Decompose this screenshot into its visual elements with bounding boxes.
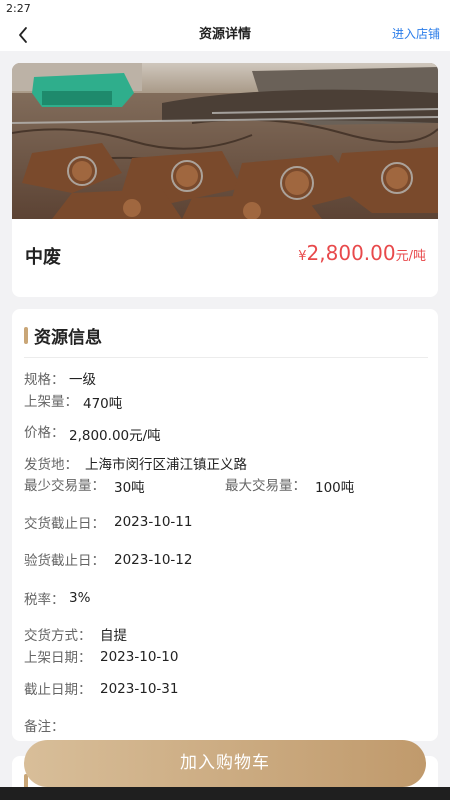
enter-store-link[interactable]: 进入店铺	[392, 18, 440, 51]
min-qty-label: 最少交易量：	[24, 478, 105, 494]
inspection-deadline-label: 验货截止日：	[24, 553, 105, 569]
ship-from-label: 发货地：	[24, 457, 78, 473]
navigation-bar: 资源详情 进入店铺	[0, 18, 450, 51]
resource-info-card: 资源信息 规格： 一级 上架量： 470吨 价格： 2,800.00元/吨 发货…	[12, 309, 438, 741]
status-time: 2:27	[6, 2, 31, 15]
currency-symbol: ¥	[298, 249, 307, 264]
divider	[24, 357, 428, 358]
product-summary-card: 中废 ¥2,800.00元/吨	[12, 63, 438, 297]
status-bar: 2:27	[0, 0, 450, 18]
spec-value: 一级	[69, 372, 96, 388]
price-value: 2,800.00	[306, 241, 396, 265]
max-qty-label: 最大交易量：	[225, 478, 306, 494]
end-date-label: 截止日期：	[24, 682, 92, 698]
section-title: 资源信息	[34, 328, 102, 348]
end-date-value: 2023-10-31	[100, 681, 179, 697]
tax-rate-label: 税率：	[24, 592, 65, 608]
product-name: 中废	[25, 247, 61, 268]
unit-price-label: 价格：	[24, 425, 65, 441]
product-price: ¥2,800.00元/吨	[298, 241, 426, 265]
delivery-deadline-value: 2023-10-11	[114, 514, 193, 530]
remarks-label: 备注：	[24, 719, 65, 735]
section-header: 资源信息	[24, 323, 102, 348]
delivery-method-label: 交货方式：	[24, 628, 92, 644]
chevron-left-icon	[19, 27, 27, 43]
section-accent-bar	[24, 327, 28, 344]
min-qty-value: 30吨	[114, 480, 145, 496]
listed-date-label: 上架日期：	[24, 650, 92, 666]
page-title: 资源详情	[198, 27, 251, 42]
price-row: 中废 ¥2,800.00元/吨	[12, 219, 438, 297]
product-photo	[12, 63, 438, 219]
add-to-cart-button[interactable]: 加入购物车	[24, 740, 426, 787]
price-unit: 元/吨	[395, 249, 426, 264]
listed-qty-label: 上架量：	[24, 394, 78, 410]
inspection-deadline-value: 2023-10-12	[114, 552, 193, 568]
listed-date-value: 2023-10-10	[100, 649, 179, 665]
tax-rate-value: 3%	[69, 590, 91, 606]
max-qty-value: 100吨	[315, 480, 355, 496]
delivery-deadline-label: 交货截止日：	[24, 516, 105, 532]
spec-label: 规格：	[24, 372, 65, 388]
system-navigation-bar	[0, 787, 450, 800]
listed-qty-value: 470吨	[83, 396, 123, 412]
back-button[interactable]	[10, 22, 36, 48]
ship-from-value: 上海市闵行区浦江镇正义路	[85, 457, 247, 473]
delivery-method-value: 自提	[100, 628, 127, 644]
unit-price-value: 2,800.00元/吨	[69, 428, 161, 444]
